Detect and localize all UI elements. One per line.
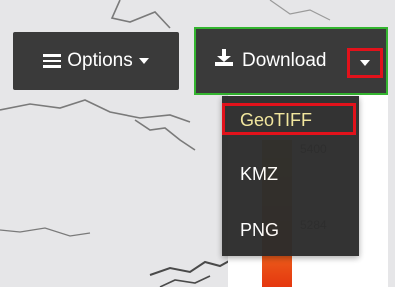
caret-down-icon — [138, 58, 149, 64]
options-label: Options — [67, 50, 133, 71]
caret-down-icon — [360, 60, 370, 66]
download-caret-toggle[interactable] — [347, 48, 383, 78]
download-icon — [214, 49, 234, 73]
menu-item-kmz[interactable]: KMZ — [222, 164, 359, 185]
options-button[interactable]: Options — [13, 32, 179, 90]
hamburger-icon — [43, 54, 62, 68]
menu-item-png[interactable]: PNG — [222, 220, 359, 241]
geotiff-highlight-annotation — [222, 103, 356, 135]
download-label: Download — [242, 50, 327, 71]
